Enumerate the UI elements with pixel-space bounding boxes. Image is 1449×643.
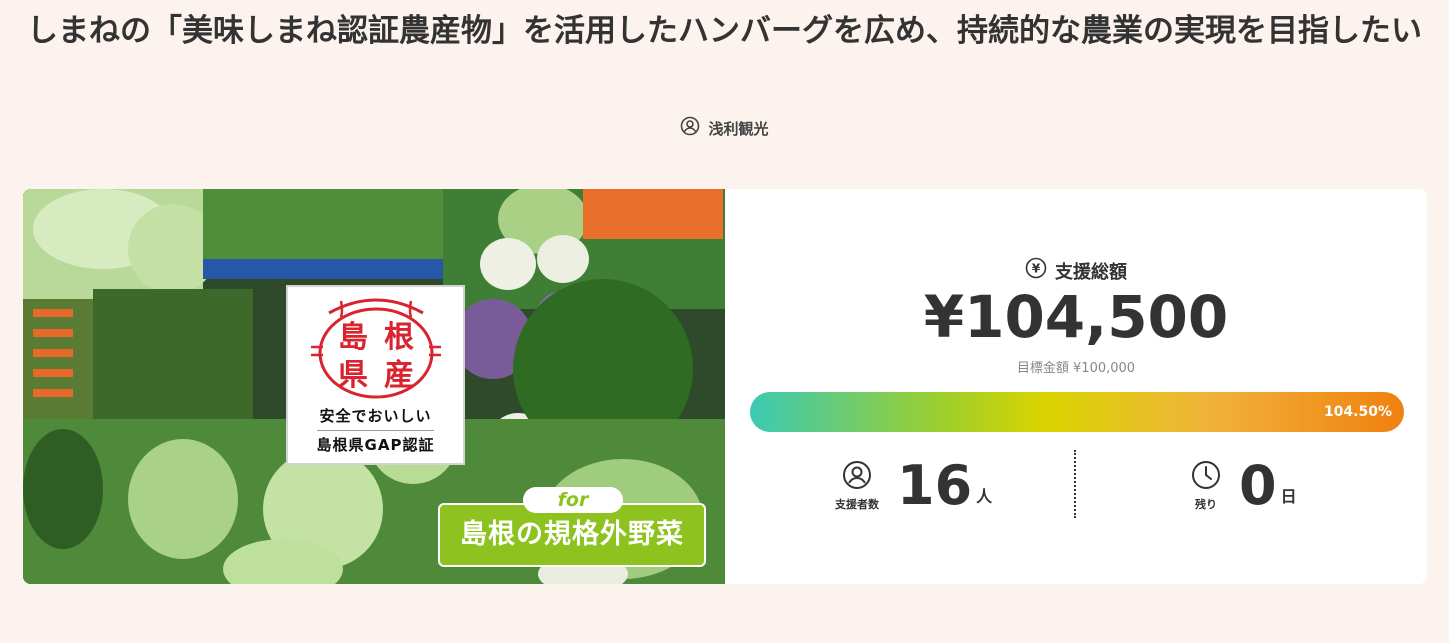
owner-name: 浅利観光 xyxy=(708,119,769,138)
supporters-label: 支援者数 xyxy=(835,498,879,511)
progress-percent: 104.50% xyxy=(1323,404,1392,420)
cert-name: 島根県GAP認証 xyxy=(316,430,435,455)
yen-icon: ¥ xyxy=(1025,257,1047,284)
shimane-gap-certification-logo: 島 根 県 産 安全でおいしい 島根県GAP認証 xyxy=(286,285,465,465)
remaining-unit: 日 xyxy=(1280,487,1297,506)
supporters-unit: 人 xyxy=(976,487,993,506)
total-amount: ¥104,500 xyxy=(923,283,1229,351)
seal-char: 県 xyxy=(338,358,368,393)
supporters-count: 16 xyxy=(897,454,973,517)
svg-text:¥: ¥ xyxy=(1032,262,1041,276)
cert-tagline: 安全でおいしい xyxy=(319,407,432,425)
user-icon xyxy=(842,460,872,493)
seal-char: 島 xyxy=(338,320,368,355)
project-card: 島 根 県 産 安全でおいしい 島根県GAP認証 島根の規格外野菜 for ¥ … xyxy=(23,189,1427,584)
shimane-seal-icon: 島 根 県 産 xyxy=(310,298,441,399)
remaining-metric: 残り 0 日 xyxy=(1191,451,1297,521)
progress-bar: 104.50% xyxy=(750,392,1404,432)
promo-for-label: for xyxy=(523,487,623,513)
stats-divider xyxy=(1074,450,1076,518)
promo-badge: 島根の規格外野菜 for xyxy=(438,487,706,567)
total-label: 支援総額 xyxy=(1055,261,1127,283)
project-title: しまねの「美味しまね認証農産物」を活用したハンバーグを広め、持続的な農業の実現を… xyxy=(27,13,1422,49)
project-hero-image[interactable]: 島 根 県 産 安全でおいしい 島根県GAP認証 島根の規格外野菜 for xyxy=(23,189,725,584)
project-owner[interactable]: 浅利観光 xyxy=(0,116,1449,140)
supporters-metric: 支援者数 16 人 xyxy=(835,451,992,521)
user-icon xyxy=(680,116,700,140)
seal-char: 根 xyxy=(384,320,414,355)
remaining-count: 0 xyxy=(1239,454,1277,517)
remaining-icon-group: 残り xyxy=(1191,460,1221,512)
funding-stats: ¥ 支援総額 ¥104,500 目標金額 ¥100,000 104.50% 支援… xyxy=(725,189,1427,584)
seal-char: 産 xyxy=(384,358,414,393)
clock-icon xyxy=(1191,460,1221,493)
goal-amount: 目標金額 ¥100,000 xyxy=(1016,361,1136,376)
supporters-icon-group: 支援者数 xyxy=(835,460,879,512)
total-label-row: ¥ 支援総額 xyxy=(725,257,1427,284)
remaining-label: 残り xyxy=(1195,498,1217,511)
